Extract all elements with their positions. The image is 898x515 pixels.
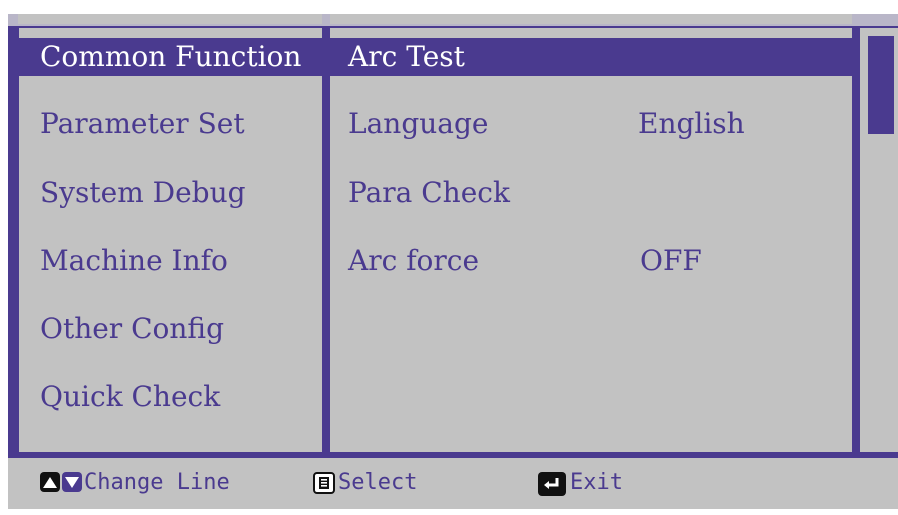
top-strip-center [330,14,852,24]
enter-key-icon [538,472,566,496]
up-arrow-key-icon [40,472,60,492]
select-hint: Select [338,470,418,495]
menu-item-parameter-set[interactable]: Parameter Set [40,105,245,143]
menu-item-other-config[interactable]: Other Config [40,310,224,348]
language-value: English [638,107,745,140]
down-arrow-key-icon [62,472,82,492]
top-strip-left [18,14,322,24]
menu-item-machine-info[interactable]: Machine Info [40,242,228,280]
submenu-item-arc-force[interactable]: Arc force [348,242,479,280]
menu-key-icon [313,472,335,494]
arc-force-value: OFF [640,244,702,277]
submenu-item-para-check[interactable]: Para Check [348,174,510,212]
submenu-panel [330,28,852,452]
exit-hint: Exit [570,470,623,495]
change-line-hint: Change Line [84,470,230,495]
enter-key-glyph [544,478,559,489]
top-strip [8,14,898,26]
menu-item-common-function[interactable]: Common Function [40,38,301,76]
screen: Common Function Parameter Set System Deb… [0,0,898,515]
menu-item-system-debug[interactable]: System Debug [40,174,246,212]
menu-item-quick-check[interactable]: Quick Check [40,378,220,416]
scrollbar-thumb[interactable] [868,36,894,134]
submenu-item-language[interactable]: Language [348,105,488,143]
submenu-item-arc-test[interactable]: Arc Test [348,38,465,76]
menu-key-glyph [319,477,329,489]
top-strip-right [870,14,898,24]
